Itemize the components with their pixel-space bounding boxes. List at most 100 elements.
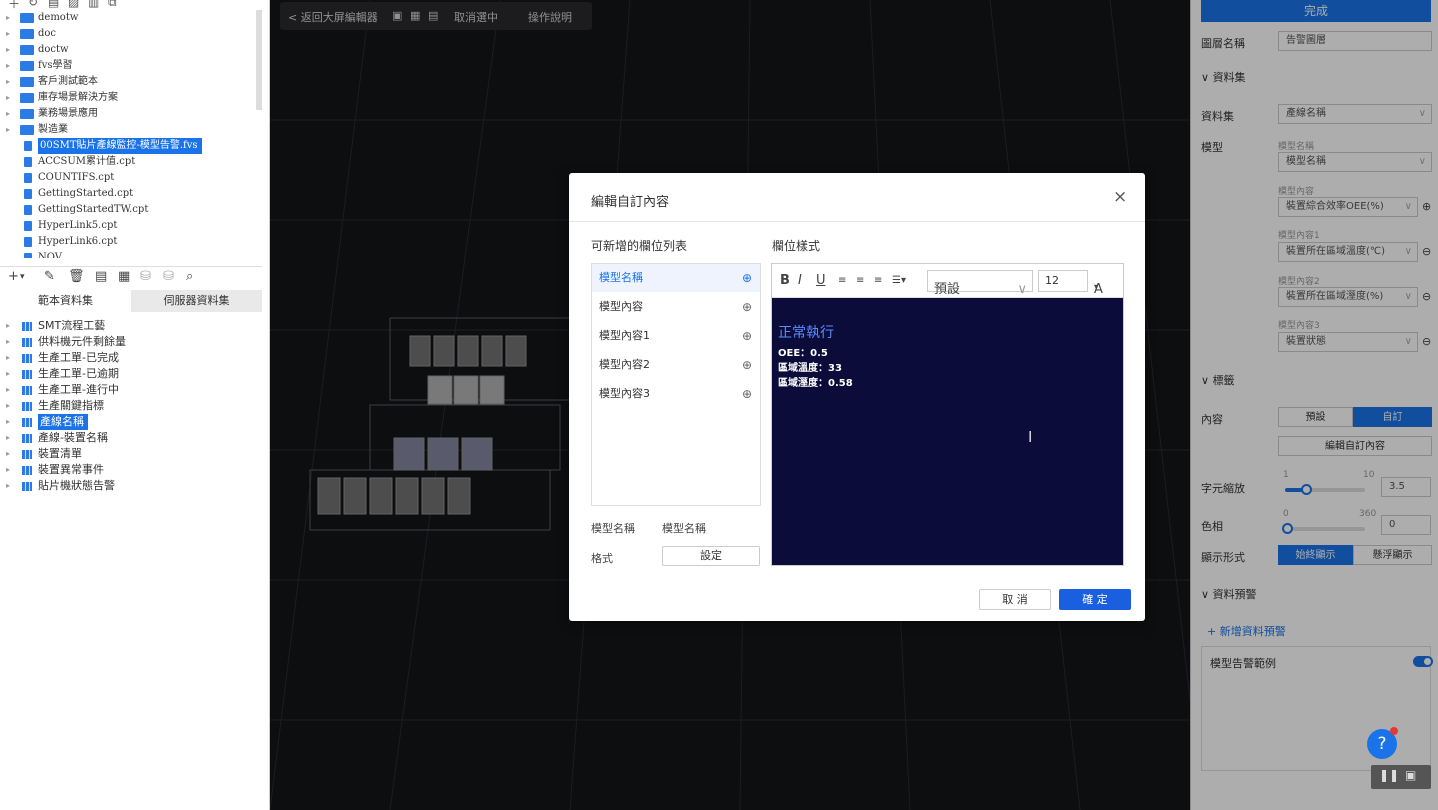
add-field-icon[interactable]: ⊕ <box>742 322 752 350</box>
chevron-right-icon[interactable]: ▸ <box>6 58 10 74</box>
file-icon <box>24 237 32 247</box>
dataset-item[interactable]: ▸ 生產工單-進行中 <box>0 382 262 398</box>
field-style-title: 欄位樣式 <box>772 239 821 253</box>
edit-icon[interactable]: ✎ <box>44 269 55 284</box>
dataset-item[interactable]: ▸ 產線名稱 <box>0 414 262 430</box>
folder-item[interactable]: ▸ 庫存場景解決方案 <box>0 90 262 106</box>
chevron-right-icon[interactable]: ▸ <box>6 42 10 58</box>
edit-custom-content-dialog: 編輯自訂內容 × 可新增的欄位列表 欄位樣式 模型名稱 ⊕ 模型內容 ⊕ 模型內容1… <box>569 173 1145 621</box>
toolbar-icon[interactable]: ▥ <box>88 0 99 9</box>
dataset-item[interactable]: ▸ 裝置清單 <box>0 446 262 462</box>
toolbar-icon[interactable]: ↻ <box>28 0 38 9</box>
chevron-right-icon[interactable]: ▸ <box>6 26 10 42</box>
chevron-right-icon[interactable]: ▸ <box>6 430 10 446</box>
bold-button[interactable]: B <box>780 273 790 288</box>
chevron-right-icon[interactable]: ▸ <box>6 366 10 382</box>
chevron-right-icon[interactable]: ▸ <box>6 90 10 106</box>
chevron-right-icon[interactable]: ▸ <box>6 10 10 26</box>
add-field-icon[interactable]: ⊕ <box>742 380 752 408</box>
folder-item[interactable]: ▸ doc <box>0 26 262 42</box>
file-item[interactable]: NOV... <box>0 250 262 258</box>
field-item[interactable]: 模型內容1 ⊕ <box>592 322 760 350</box>
file-item[interactable]: COUNTIFS.cpt <box>0 170 262 186</box>
dataset-item[interactable]: ▸ SMT流程工藝 <box>0 318 262 334</box>
field-item[interactable]: 模型內容 ⊕ <box>592 293 760 321</box>
align-center-icon[interactable]: ≡ <box>856 275 864 286</box>
chevron-right-icon[interactable]: ▸ <box>6 334 10 350</box>
search-icon[interactable]: ⌕ <box>186 269 193 284</box>
file-tree-scrollbar[interactable] <box>256 10 262 110</box>
font-family-select[interactable]: 預設 ∨ <box>927 270 1033 297</box>
chevron-right-icon[interactable]: ▸ <box>6 398 10 414</box>
toolbar-icon[interactable]: ⧉ <box>108 0 117 10</box>
close-icon[interactable]: × <box>1113 187 1127 207</box>
chevron-right-icon[interactable]: ▸ <box>6 318 10 334</box>
font-size-input[interactable]: 12 <box>1038 270 1088 292</box>
edit-dataset-icon[interactable]: ▦ <box>118 269 130 284</box>
folder-item[interactable]: ▸ 客戶測試範本 <box>0 74 262 90</box>
file-item[interactable]: HyperLink5.cpt <box>0 218 262 234</box>
file-item[interactable]: HyperLink6.cpt <box>0 234 262 250</box>
add-field-icon[interactable]: ⊕ <box>742 293 752 321</box>
dataset-item[interactable]: ▸ 供料機元件剩餘量 <box>0 334 262 350</box>
pip-icon[interactable]: ▣ <box>1405 768 1416 782</box>
file-icon <box>24 205 32 215</box>
add-field-icon[interactable]: ⊕ <box>742 351 752 379</box>
tab-template-datasets[interactable]: 範本資料集 <box>0 290 131 312</box>
chevron-right-icon[interactable]: ▸ <box>6 74 10 90</box>
chevron-down-icon[interactable]: ▾ <box>20 272 25 282</box>
field-item[interactable]: 模型內容2 ⊕ <box>592 351 760 379</box>
line-height-icon[interactable]: ☰▾ <box>892 275 906 286</box>
italic-button[interactable]: I <box>798 273 802 288</box>
file-item[interactable]: 00SMT貼片產線監控-模型告警.fvs <box>0 138 262 154</box>
chevron-right-icon[interactable]: ▸ <box>6 350 10 366</box>
chevron-right-icon[interactable]: ▸ <box>6 446 10 462</box>
pause-icon[interactable]: ❚❚ <box>1379 768 1399 782</box>
chevron-right-icon[interactable]: ▸ <box>6 382 10 398</box>
folder-item[interactable]: ▸ 業務場景應用 <box>0 106 262 122</box>
dataset-item[interactable]: ▸ 產線-裝置名稱 <box>0 430 262 446</box>
folder-item[interactable]: ▸ 製造業 <box>0 122 262 138</box>
dataset-item[interactable]: ▸ 裝置異常事件 <box>0 462 262 478</box>
left-panel: ＋ ↻ ▤ ▨ ▥ ⧉ ▸ demotw ▸ doc ▸ doctw ▸ fvs學習 ▸ 客戶測試範本 ▸ 庫存… <box>0 0 270 810</box>
chevron-right-icon[interactable]: ▸ <box>6 122 10 138</box>
dataset-item-label: 裝置清單 <box>38 447 82 460</box>
dataset-toolbar: + ▾ ✎ 🗑 ▤ ▦ ⛁ ⛁ ⌕ <box>0 266 262 288</box>
toolbar-icon[interactable]: ▨ <box>68 0 79 9</box>
file-item[interactable]: GettingStarted.cpt <box>0 186 262 202</box>
align-right-icon[interactable]: ≡ <box>874 275 882 286</box>
editor-content[interactable]: 正常執行 OEE：0.5 區域溫度：33 區域溼度：0.58 I <box>772 298 1123 565</box>
dataset-item[interactable]: ▸ 貼片機狀態告警 <box>0 478 262 494</box>
database-connect-icon[interactable]: ⛁ <box>163 269 174 284</box>
dataset-item[interactable]: ▸ 生產工單-已完成 <box>0 350 262 366</box>
cancel-button[interactable]: 取 消 <box>979 589 1051 610</box>
chevron-right-icon[interactable]: ▸ <box>6 462 10 478</box>
preview-icon[interactable]: ▤ <box>95 269 107 284</box>
confirm-button[interactable]: 確 定 <box>1059 589 1131 610</box>
chevron-right-icon[interactable]: ▸ <box>6 478 10 494</box>
file-item[interactable]: GettingStartedTW.cpt <box>0 202 262 218</box>
dataset-item[interactable]: ▸ 生產關鍵指標 <box>0 398 262 414</box>
field-item[interactable]: 模型名稱 ⊕ <box>592 264 760 292</box>
folder-item[interactable]: ▸ doctw <box>0 42 262 58</box>
database-icon[interactable]: ⛁ <box>140 269 151 284</box>
tab-server-datasets[interactable]: 伺服器資料集 <box>131 290 262 312</box>
chevron-right-icon[interactable]: ▸ <box>6 414 10 430</box>
selected-field-value: 模型名稱 <box>662 522 706 535</box>
chevron-right-icon[interactable]: ▸ <box>6 106 10 122</box>
add-dataset-icon[interactable]: + <box>8 269 19 284</box>
folder-item[interactable]: ▸ demotw <box>0 10 262 26</box>
table-icon <box>22 482 32 491</box>
align-left-icon[interactable]: ≡ <box>838 275 846 286</box>
dataset-item[interactable]: ▸ 生產工單-已逾期 <box>0 366 262 382</box>
file-item[interactable]: ACCSUM累计值.cpt <box>0 154 262 170</box>
set-format-button[interactable]: 設定 <box>662 546 760 566</box>
underline-button[interactable]: U <box>816 273 826 288</box>
toolbar-icon[interactable]: ＋ <box>8 0 20 10</box>
tree-item-label: 業務場景應用 <box>38 108 98 119</box>
add-field-icon[interactable]: ⊕ <box>742 264 752 292</box>
field-item[interactable]: 模型內容3 ⊕ <box>592 380 760 408</box>
toolbar-icon[interactable]: ▤ <box>48 0 59 9</box>
folder-item[interactable]: ▸ fvs學習 <box>0 58 262 74</box>
delete-icon[interactable]: 🗑 <box>68 269 85 284</box>
